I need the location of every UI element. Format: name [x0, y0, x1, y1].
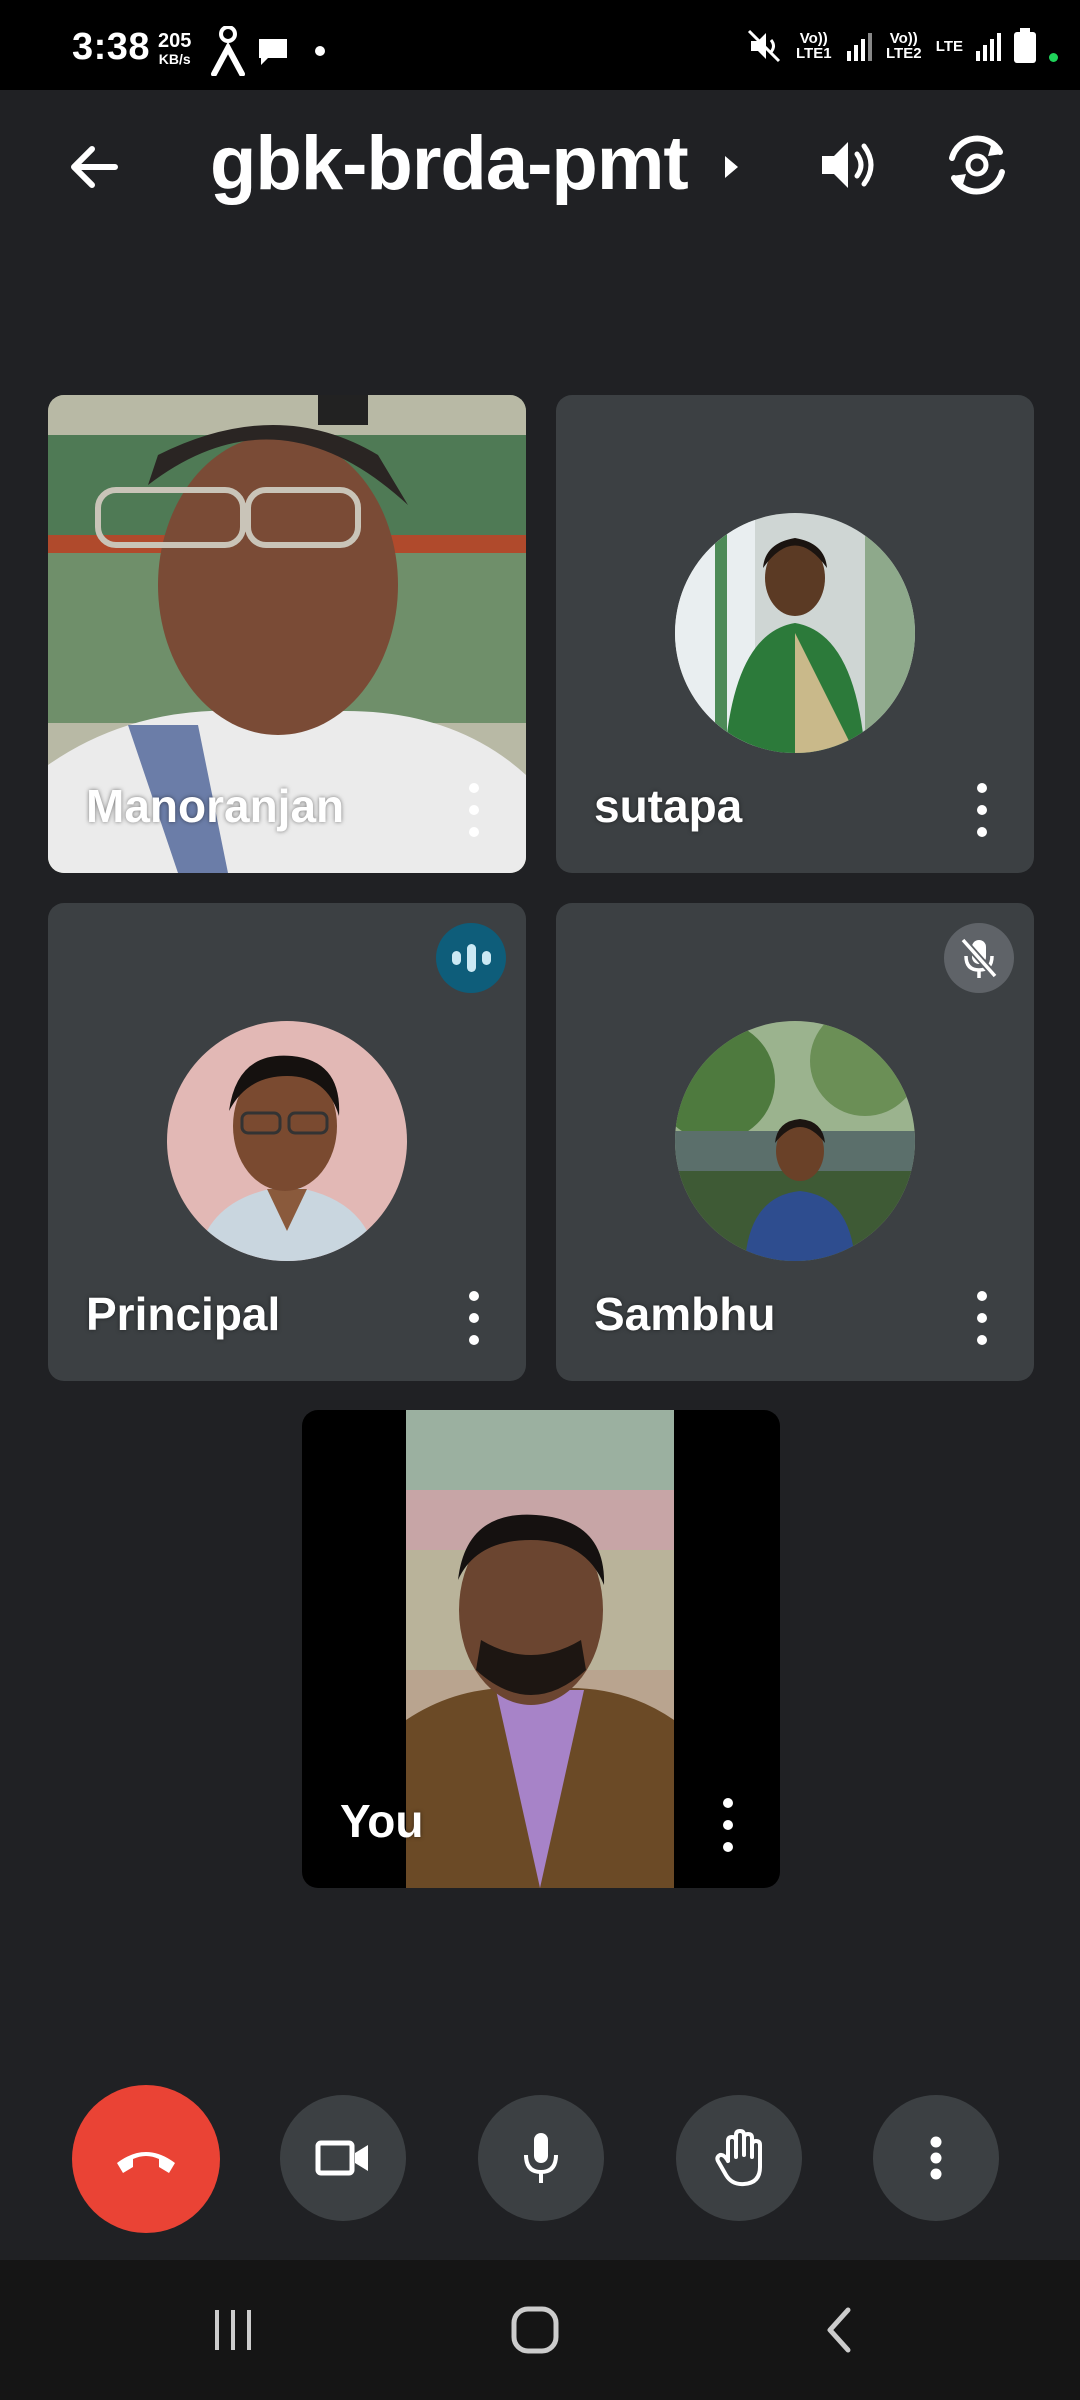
- network-speed-value: 205: [158, 30, 192, 52]
- more-options-icon[interactable]: [970, 783, 994, 837]
- more-options-icon[interactable]: [462, 783, 486, 837]
- microphone-icon: [524, 2133, 558, 2183]
- status-bar: 3:38 205 KB/s Vo)) LTE1 Vo)) LTE2 LTE: [0, 0, 1080, 90]
- phone-hangup-icon: [117, 2152, 175, 2173]
- network-speed-unit: KB/s: [158, 51, 191, 67]
- recent-apps-button[interactable]: [198, 2300, 268, 2360]
- home-button[interactable]: [500, 2300, 570, 2360]
- avatar: [167, 1021, 407, 1261]
- back-button[interactable]: [804, 2300, 874, 2360]
- battery-icon: [1014, 28, 1036, 63]
- mic-off-icon: [944, 923, 1014, 993]
- switch-camera-icon[interactable]: [940, 128, 1014, 202]
- more-options-icon: [930, 2136, 942, 2180]
- more-options-icon[interactable]: [462, 1291, 486, 1345]
- video-camera-icon: [315, 2140, 368, 2176]
- system-navigation-bar: [0, 2260, 1080, 2400]
- back-chevron-icon: [827, 2307, 851, 2353]
- speaking-indicator-icon: [436, 923, 506, 993]
- status-time: 3:38: [72, 26, 151, 68]
- accessibility-icon: [211, 26, 245, 76]
- participant-tile[interactable]: sutapa: [556, 395, 1034, 873]
- home-icon: [511, 2306, 559, 2354]
- participant-name: You: [340, 1795, 424, 1847]
- microphone-button[interactable]: [478, 2095, 604, 2221]
- more-options-icon[interactable]: [716, 1798, 740, 1852]
- privacy-dot-icon: [1049, 52, 1058, 62]
- avatar: [675, 513, 915, 753]
- more-options-icon[interactable]: [970, 1291, 994, 1345]
- self-view-tile[interactable]: You: [302, 1410, 780, 1888]
- more-options-button[interactable]: [873, 2095, 999, 2221]
- participant-tile[interactable]: Manoranjan: [48, 395, 526, 873]
- participant-tile[interactable]: Sambhu: [556, 903, 1034, 1381]
- meeting-header: gbk-brda-pmt: [0, 90, 1080, 240]
- status-right: Vo)) LTE1 Vo)) LTE2 LTE: [746, 28, 1058, 64]
- avatar-image: [675, 513, 915, 753]
- participant-tile[interactable]: Principal: [48, 903, 526, 1381]
- mute-icon: [747, 29, 780, 63]
- raise-hand-button[interactable]: [676, 2095, 802, 2221]
- network-speed: 205 KB/s: [158, 30, 192, 68]
- sim2-label: Vo)) LTE2: [886, 30, 922, 62]
- caret-right-icon[interactable]: [722, 152, 742, 182]
- data-label: LTE: [935, 37, 963, 55]
- signal-icon: [846, 33, 872, 61]
- signal-icon: [976, 33, 1001, 61]
- participant-name: Sambhu: [594, 1288, 776, 1340]
- participant-name: Principal: [86, 1288, 281, 1340]
- end-call-button[interactable]: [72, 2085, 220, 2233]
- message-icon: [259, 39, 287, 65]
- speaker-icon[interactable]: [812, 130, 882, 200]
- avatar: [675, 1021, 915, 1261]
- camera-button[interactable]: [280, 2095, 406, 2221]
- avatar-image: [167, 1021, 407, 1261]
- participant-name: sutapa: [594, 780, 743, 832]
- participant-name: Manoranjan: [86, 780, 345, 832]
- meeting-code[interactable]: gbk-brda-pmt: [210, 120, 689, 207]
- avatar-image: [675, 1021, 915, 1261]
- recent-apps-icon: [215, 2310, 251, 2350]
- self-video: [406, 1410, 674, 1888]
- back-arrow-icon[interactable]: [60, 132, 130, 202]
- notification-dot-icon: [315, 46, 325, 56]
- hand-icon: [715, 2129, 762, 2187]
- sim1-label: Vo)) LTE1: [796, 30, 832, 62]
